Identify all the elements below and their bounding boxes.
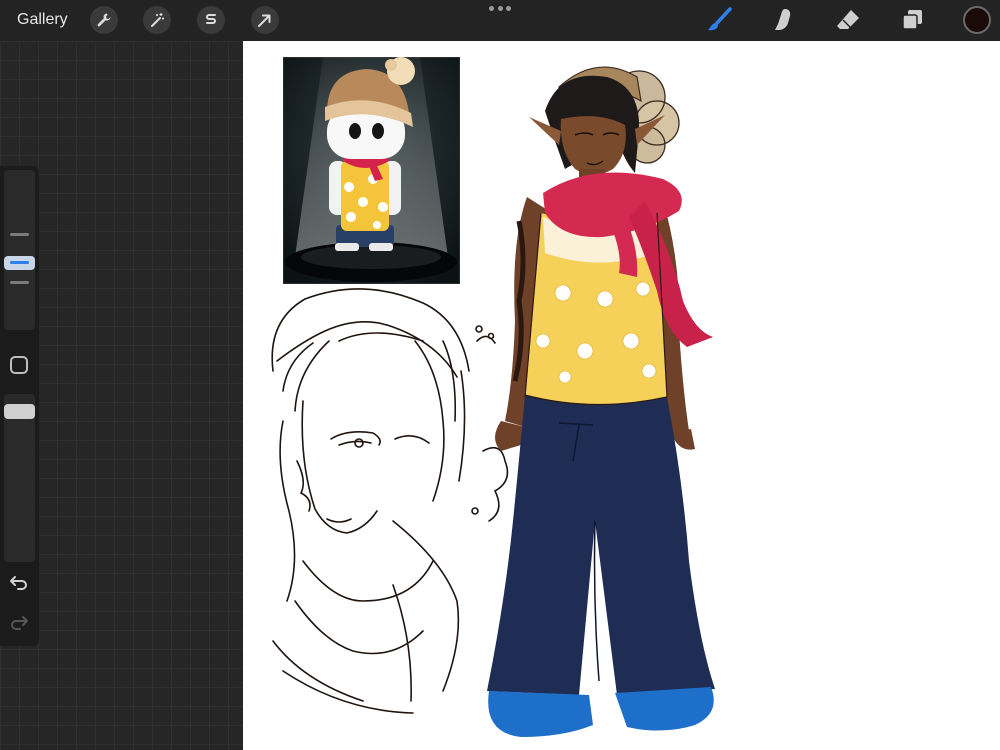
- gallery-button[interactable]: Gallery: [17, 11, 68, 29]
- selection-s-icon[interactable]: [197, 6, 225, 34]
- more-dots-handle[interactable]: [489, 6, 511, 14]
- arrow-cursor-icon[interactable]: [251, 6, 279, 34]
- color-picker-swatch[interactable]: [963, 6, 991, 34]
- sidebar: [0, 166, 39, 646]
- opacity-thumb[interactable]: [4, 404, 35, 419]
- undo-icon[interactable]: [9, 574, 29, 592]
- brush-size-slider[interactable]: [4, 170, 35, 330]
- opacity-slider[interactable]: [4, 394, 35, 562]
- size-tick-mark: [10, 281, 29, 284]
- top-toolbar: Gallery: [0, 0, 1000, 41]
- magic-wand-icon[interactable]: [143, 6, 171, 34]
- eraser-icon[interactable]: [834, 6, 862, 34]
- brush-icon[interactable]: [705, 6, 733, 34]
- wrench-icon[interactable]: [90, 6, 118, 34]
- size-tick-mark: [10, 233, 29, 236]
- brush-size-thumb[interactable]: [4, 256, 35, 270]
- layers-icon[interactable]: [899, 6, 927, 34]
- modify-button[interactable]: [10, 356, 28, 374]
- character-artwork: [271, 66, 715, 737]
- drawing-canvas[interactable]: [243, 41, 1000, 750]
- smudge-finger-icon[interactable]: [769, 6, 797, 34]
- redo-icon[interactable]: [9, 614, 29, 632]
